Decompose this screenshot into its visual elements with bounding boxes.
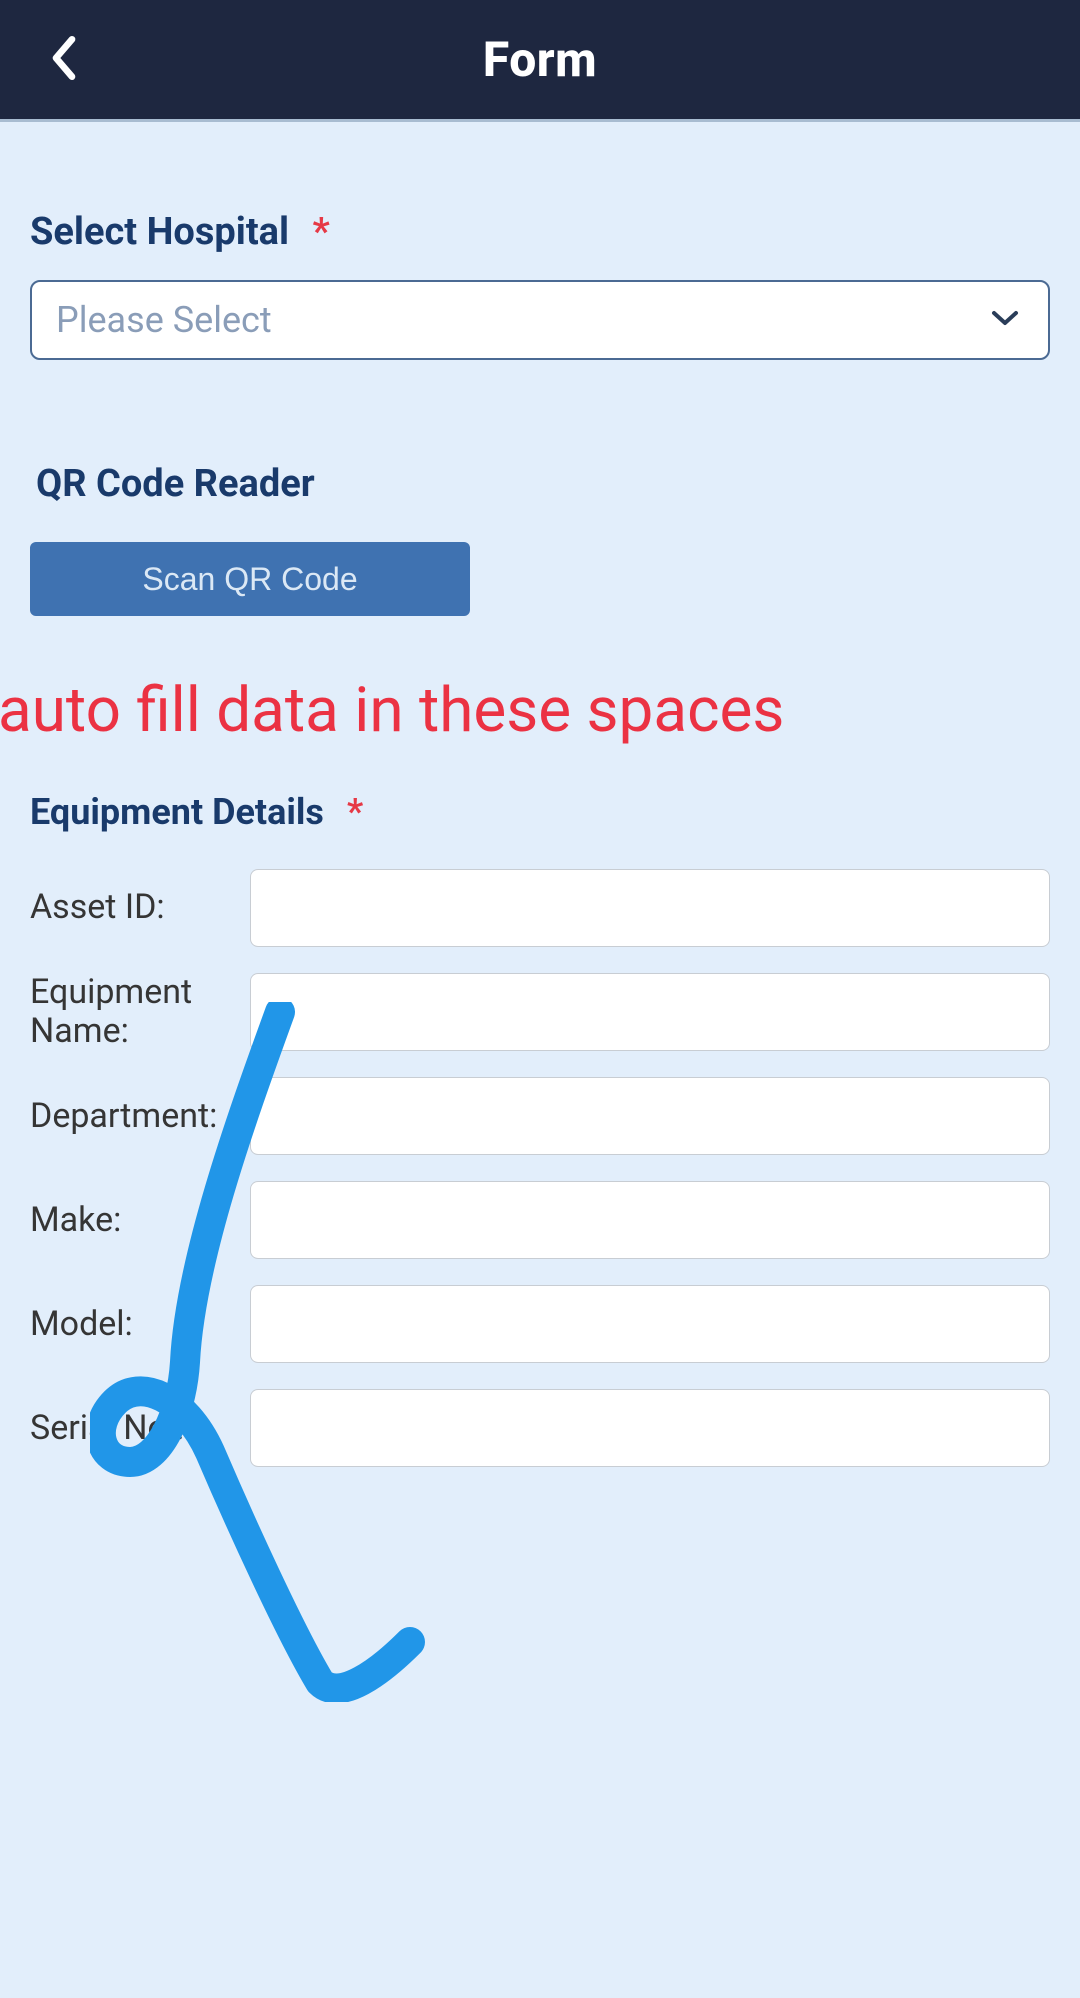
- hospital-label-text: Select Hospital: [30, 210, 289, 254]
- label-asset-id: Asset ID:: [30, 888, 250, 927]
- form-content: Select Hospital * Please Select QR Code …: [0, 122, 1080, 1998]
- hospital-label: Select Hospital *: [30, 210, 1050, 254]
- label-make: Make:: [30, 1201, 250, 1240]
- chevron-left-icon: [48, 34, 80, 86]
- app-header: Form: [0, 0, 1080, 122]
- required-mark: *: [347, 791, 363, 833]
- scan-qr-button[interactable]: Scan QR Code: [30, 542, 470, 616]
- row-equipment-name: Equipment Name:: [30, 973, 1050, 1051]
- equipment-heading: Equipment Details *: [30, 791, 1050, 833]
- annotation-text: auto fill data in these spaces: [0, 674, 1050, 747]
- page-title: Form: [0, 31, 1080, 88]
- label-model: Model:: [30, 1305, 250, 1344]
- equipment-heading-text: Equipment Details: [30, 791, 324, 833]
- qr-section-label: QR Code Reader: [36, 462, 1050, 506]
- input-serial[interactable]: [250, 1389, 1050, 1467]
- row-department: Department:: [30, 1077, 1050, 1155]
- row-model: Model:: [30, 1285, 1050, 1363]
- hospital-select[interactable]: Please Select: [30, 280, 1050, 360]
- input-model[interactable]: [250, 1285, 1050, 1363]
- input-make[interactable]: [250, 1181, 1050, 1259]
- label-serial: Serial No.:: [30, 1409, 250, 1448]
- input-department[interactable]: [250, 1077, 1050, 1155]
- input-asset-id[interactable]: [250, 869, 1050, 947]
- required-mark: *: [313, 210, 330, 254]
- label-equipment-name: Equipment Name:: [30, 973, 250, 1051]
- hospital-select-placeholder: Please Select: [56, 299, 272, 341]
- label-department: Department:: [30, 1097, 250, 1136]
- chevron-down-icon: [990, 308, 1020, 332]
- back-button[interactable]: [48, 34, 80, 86]
- row-asset-id: Asset ID:: [30, 869, 1050, 947]
- row-make: Make:: [30, 1181, 1050, 1259]
- row-serial: Serial No.:: [30, 1389, 1050, 1467]
- input-equipment-name[interactable]: [250, 973, 1050, 1051]
